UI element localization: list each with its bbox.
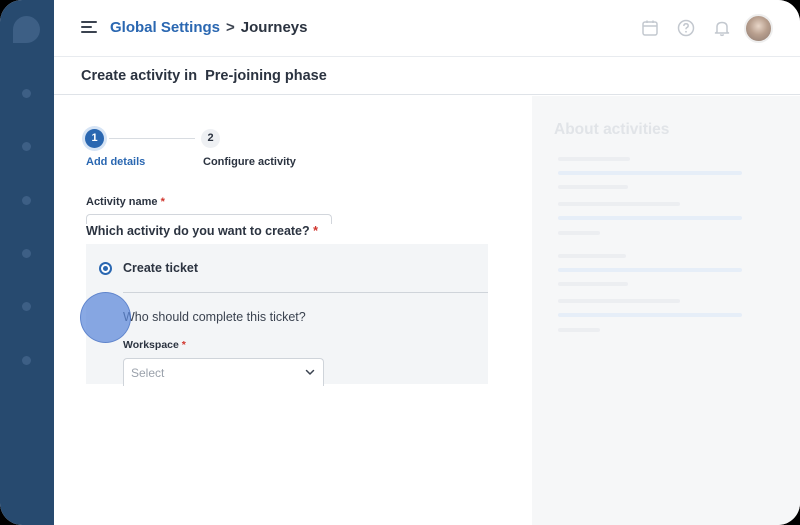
calendar-icon[interactable] <box>641 19 659 37</box>
sidebar-item-4[interactable] <box>22 249 31 258</box>
activity-name-input[interactable] <box>86 214 332 224</box>
cursor-highlight <box>80 292 131 343</box>
chevron-down-icon[interactable] <box>305 367 315 377</box>
activity-name-label: Activity name * <box>86 196 165 208</box>
workspace-label-text: Workspace <box>123 339 179 351</box>
logo-icon[interactable] <box>13 16 40 43</box>
skeleton-line <box>558 231 600 235</box>
sidebar-item-5[interactable] <box>22 302 31 311</box>
skeleton-line <box>558 171 742 175</box>
menu-icon[interactable] <box>81 21 97 33</box>
required-mark: * <box>313 224 319 238</box>
sidebar-item-6[interactable] <box>22 356 31 365</box>
required-mark: * <box>181 339 186 351</box>
skeleton-line <box>558 202 680 206</box>
sidebar <box>0 0 54 525</box>
assignee-question: Who should complete this ticket? <box>123 310 306 324</box>
user-avatar[interactable] <box>744 14 773 43</box>
skeleton-line <box>558 299 680 303</box>
workspace-label: Workspace * <box>123 339 186 351</box>
sidebar-item-2[interactable] <box>22 142 31 151</box>
page-subheader: Create activity in Pre-joining phase <box>54 57 800 95</box>
about-activities-title: About activities <box>554 121 670 138</box>
stepper-connector <box>109 138 195 139</box>
bell-icon[interactable] <box>713 19 731 37</box>
workspace-select[interactable]: Select <box>123 358 324 386</box>
create-ticket-label[interactable]: Create ticket <box>123 261 198 275</box>
create-ticket-option-panel: Create ticket Who should complete this t… <box>86 244 488 386</box>
activity-type-question: Which activity do you want to create? * <box>86 224 318 238</box>
skeleton-line <box>558 157 630 161</box>
skeleton-line <box>558 254 626 258</box>
workspace-placeholder: Select <box>131 366 165 380</box>
skeleton-line <box>558 268 742 272</box>
step-2-indicator[interactable]: 2 <box>201 129 220 148</box>
sidebar-item-1[interactable] <box>22 89 31 98</box>
step-2-label[interactable]: Configure activity <box>203 156 296 168</box>
skeleton-line <box>558 328 600 332</box>
breadcrumb-current: Journeys <box>240 19 308 36</box>
skeleton-line <box>558 282 628 286</box>
step-1-indicator[interactable]: 1 <box>85 129 104 148</box>
sidebar-item-3[interactable] <box>22 196 31 205</box>
required-mark: * <box>160 196 165 208</box>
option-divider <box>123 292 488 293</box>
about-activities-panel: About activities <box>532 96 800 525</box>
step-1-label[interactable]: Add details <box>86 156 145 168</box>
breadcrumb-link-global-settings[interactable]: Global Settings <box>110 19 220 36</box>
breadcrumb-separator: > <box>226 19 235 36</box>
app-window: Global Settings > Journeys Create activity… <box>0 0 800 525</box>
page-title: Create activity in Pre-joining phase <box>81 68 327 84</box>
top-header: Global Settings > Journeys <box>54 0 800 57</box>
skeleton-line <box>558 216 742 220</box>
skeleton-line <box>558 313 742 317</box>
skeleton-line <box>558 185 628 189</box>
create-ticket-radio[interactable] <box>99 262 112 275</box>
activity-type-question-text: Which activity do you want to create? <box>86 224 310 238</box>
help-icon[interactable] <box>677 19 695 37</box>
breadcrumb: Global Settings > Journeys <box>110 19 307 36</box>
activity-name-label-text: Activity name <box>86 196 158 208</box>
